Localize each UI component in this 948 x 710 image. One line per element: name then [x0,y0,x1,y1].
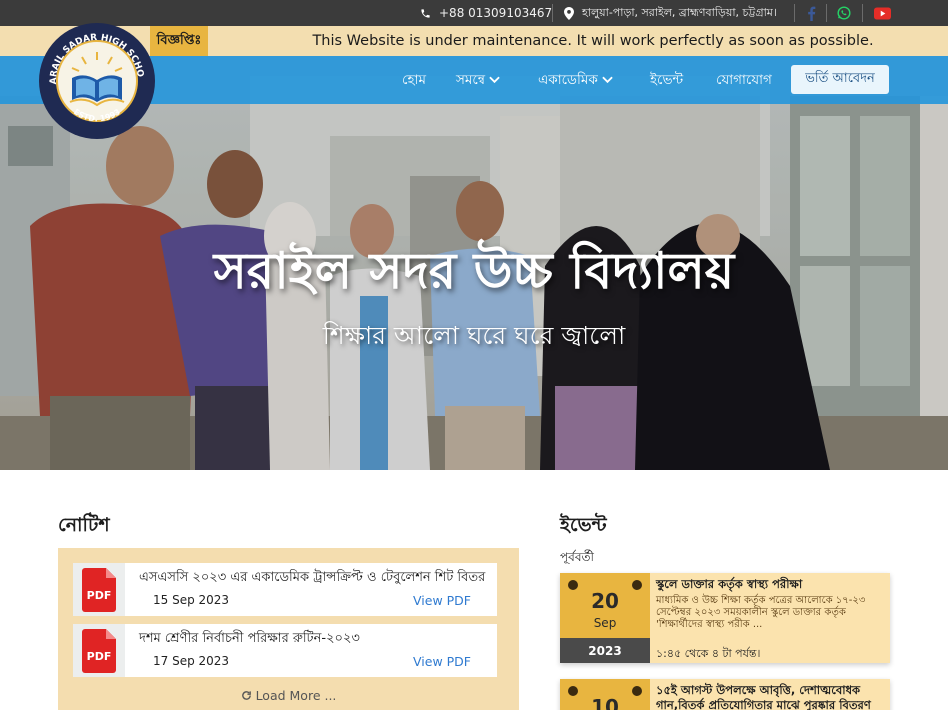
view-pdf-link[interactable]: View PDF [413,654,471,669]
previous-events-label: পূর্ববর্তী [560,550,594,564]
pdf-icon: PDF [82,567,116,612]
notice-title[interactable]: দশম শ্রেণীর নির্বাচনী পরিক্ষার রুটিন-২০২… [139,629,360,650]
nav-contact[interactable]: যোগাযোগ [716,68,772,92]
event-title[interactable]: স্কুলে ডাক্তার কর্তৃক স্বাস্থ্য পরীক্ষা [656,577,886,592]
event-day: 20 [591,589,619,613]
event-month: Sep [593,616,617,630]
notice-heading: নোটিশ [58,514,110,536]
event-title[interactable]: ১৫ই আগস্ট উপলক্ষে আবৃত্তি, দেশাত্মবোধক গ… [656,683,886,710]
notice-message: This Website is under maintenance. It wi… [312,33,874,49]
svg-text:PDF: PDF [87,589,112,602]
event-time: ১:৪৫ থেকে ৪ টা পর্যন্ত। [656,647,761,660]
notice-panel: PDF এসএসসি ২০২৩ এর একাডেমিক ট্রান্সক্রিপ… [58,548,519,710]
facebook-link[interactable] [804,4,818,22]
pdf-icon: PDF [82,628,116,673]
pdf-thumbnail: PDF [73,624,125,677]
nav-events-label: ইভেন্ট [650,71,684,88]
nav-academic[interactable]: একাডেমিক [538,68,613,92]
phone-contact[interactable]: +88 01309103467 [420,0,552,26]
divider [862,4,863,22]
load-more-button[interactable]: Load More ... [58,688,519,703]
event-description: মাধ্যমিক ও উচ্চ শিক্ষা কর্তৃক পত্রের আলো… [656,595,866,630]
pdf-thumbnail: PDF [73,563,125,616]
youtube-icon [873,6,891,20]
events-heading: ইভেন্ট [560,514,607,536]
nav-events[interactable]: ইভেন্ট [650,68,683,92]
event-item[interactable]: 10 ১৫ই আগস্ট উপলক্ষে আবৃত্তি, দেশাত্মবোধ… [560,679,890,710]
chevron-down-icon [489,76,500,84]
divider [552,4,553,22]
admission-apply-button[interactable]: ভর্তি আবেদন [791,65,889,94]
event-date-block: 10 [560,679,650,710]
location-icon [564,6,574,20]
refresh-icon [241,691,251,700]
hero-title: সরাইল সদর উচ্চ বিদ্যালয় [213,242,735,300]
svg-text:PDF: PDF [87,650,112,663]
nav-about-label: সমন্বে [456,71,486,88]
address-text: হালুয়া-পাড়া, সরাইল, ব্রাহ্মণবাড়িয়া, … [582,5,777,19]
nav-academic-label: একাডেমিক [538,71,598,88]
load-more-label: Load More ... [255,688,337,703]
youtube-link[interactable] [873,4,891,22]
nav-contact-label: যোগাযোগ [716,71,772,88]
phone-icon [421,8,430,18]
event-day: 10 [591,695,619,710]
phone-number: +88 01309103467 [439,6,553,20]
divider [826,4,827,22]
nav-home[interactable]: হোম [402,68,426,92]
view-pdf-link[interactable]: View PDF [413,593,471,608]
chevron-down-icon [602,76,613,84]
nav-home-label: হোম [402,71,426,88]
notice-item[interactable]: PDF এসএসসি ২০২৩ এর একাডেমিক ট্রান্সক্রিপ… [73,563,497,616]
notice-date: 17 Sep 2023 [153,654,230,668]
divider [794,4,795,22]
school-logo[interactable]: SARAIL SADAR HIGH SCHOOL ESTD. 1993 [38,22,156,140]
notice-title[interactable]: এসএসসি ২০২৩ এর একাডেমিক ট্রান্সক্রিপ্ট ও… [139,568,485,589]
facebook-icon [807,6,815,21]
notice-item[interactable]: PDF দশম শ্রেণীর নির্বাচনী পরিক্ষার রুটিন… [73,624,497,677]
event-date-block: 20 Sep 2023 [560,573,650,663]
whatsapp-icon [837,6,851,20]
event-year: 2023 [560,638,650,663]
nav-about[interactable]: সমন্বে [456,68,500,92]
address-contact: হালুয়া-পাড়া, সরাইল, ব্রাহ্মণবাড়িয়া, … [564,0,777,26]
notice-date: 15 Sep 2023 [153,593,230,607]
event-item[interactable]: 20 Sep 2023 স্কুলে ডাক্তার কর্তৃক স্বাস্… [560,573,890,663]
whatsapp-link[interactable] [836,4,852,22]
hero-subtitle: শিক্ষার আলো ঘরে ঘরে জ্বালো [322,321,626,350]
notice-label: বিজ্ঞপ্তিঃ [150,26,208,56]
